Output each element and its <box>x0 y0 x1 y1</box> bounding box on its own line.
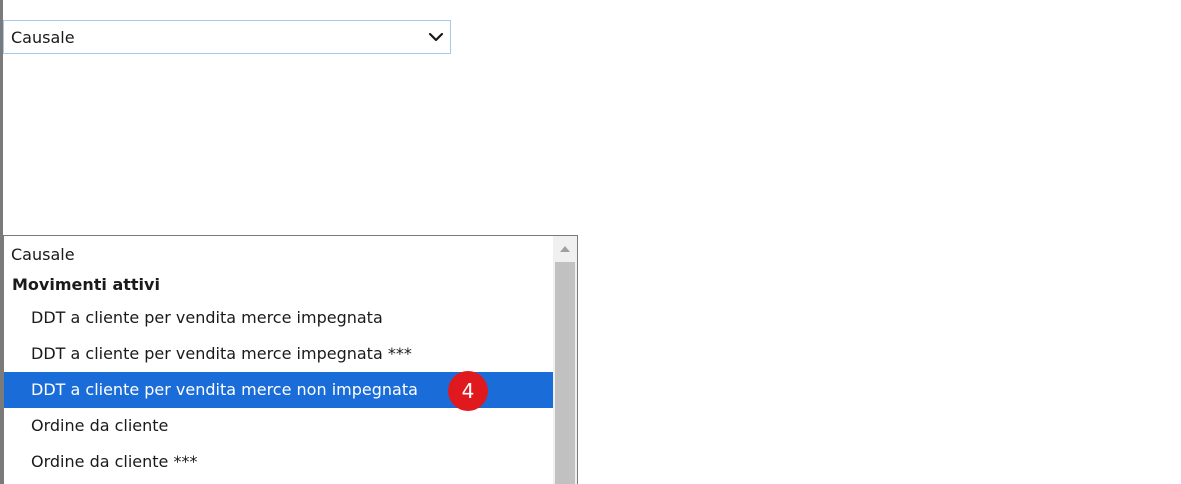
select-value: Causale <box>11 28 75 47</box>
option-list: Causale Movimenti attivi DDT a cliente p… <box>4 236 553 480</box>
optgroup-movimenti-attivi: Movimenti attivi <box>12 275 160 294</box>
causale-dropdown-list[interactable]: Causale Movimenti attivi DDT a cliente p… <box>3 235 578 484</box>
scroll-up-arrow-icon[interactable] <box>553 236 577 260</box>
step-number-badge: 4 <box>448 371 488 411</box>
option-ddt-impegnata[interactable]: DDT a cliente per vendita merce impegnat… <box>4 300 553 336</box>
option-causale[interactable]: Causale <box>4 236 553 269</box>
scrollbar-thumb[interactable] <box>555 262 575 484</box>
option-label: DDT a cliente per vendita merce non impe… <box>31 380 418 399</box>
chevron-down-icon <box>428 32 444 42</box>
option-ordine-da-cliente[interactable]: Ordine da cliente <box>4 408 553 444</box>
page: Causale Causale Movimenti attivi DDT a c… <box>0 0 1181 484</box>
causale-select[interactable]: Causale <box>3 20 451 54</box>
option-ddt-non-impegnata[interactable]: DDT a cliente per vendita merce non impe… <box>4 371 553 411</box>
option-ordine-da-cliente-starred[interactable]: Ordine da cliente *** <box>4 444 553 480</box>
option-ddt-impegnata-starred[interactable]: DDT a cliente per vendita merce impegnat… <box>4 336 553 372</box>
vertical-scrollbar[interactable] <box>553 236 577 484</box>
